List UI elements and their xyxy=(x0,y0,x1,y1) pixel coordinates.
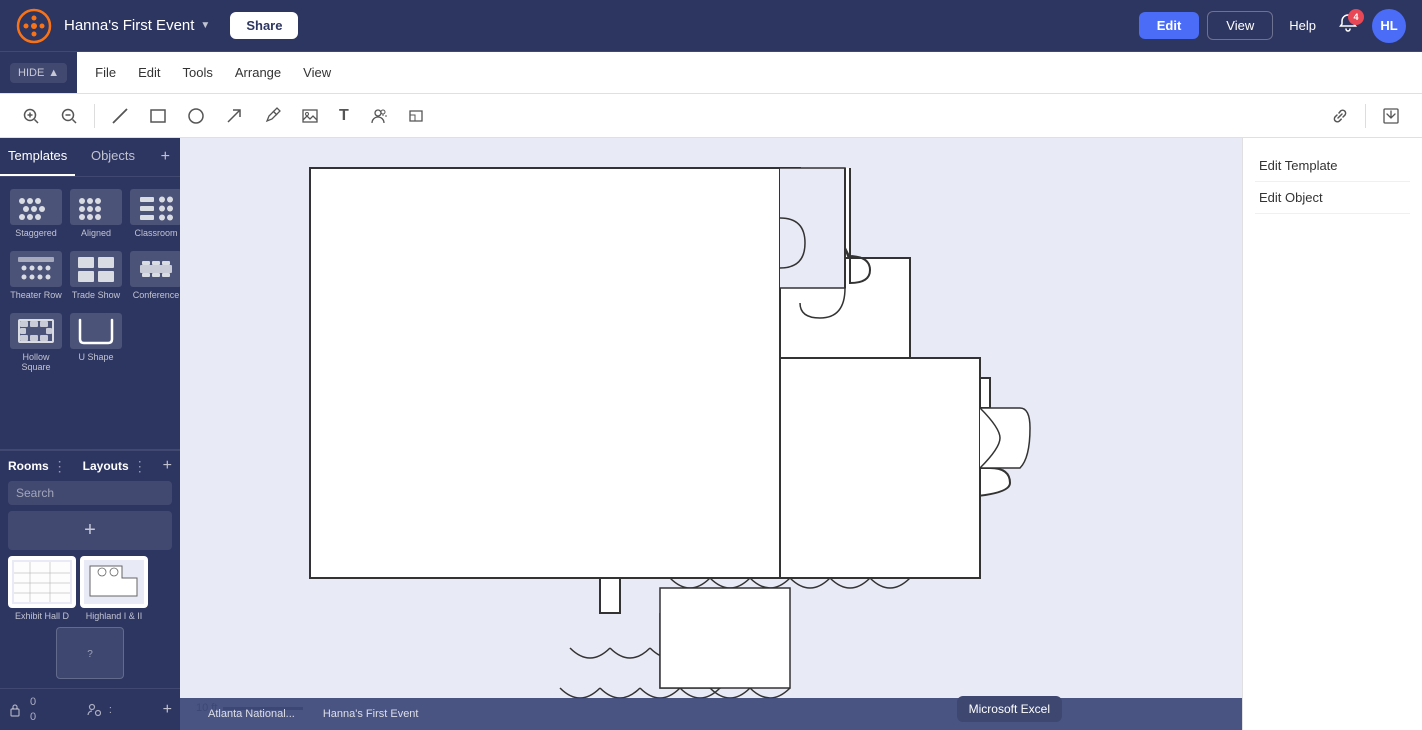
top-bar: Hanna's First Event ▼ Share Edit View He… xyxy=(0,0,1422,52)
arrow-tool-button[interactable] xyxy=(219,101,249,131)
floor-plan xyxy=(290,158,1110,730)
person-settings-label: : xyxy=(109,704,112,716)
rooms-section: Rooms ⋮ Layouts ⋮ + + xyxy=(0,450,180,688)
svg-text:?: ? xyxy=(87,649,93,660)
main-layout: Templates Objects + xyxy=(0,138,1422,730)
template-hollow-square[interactable]: Hollow Square xyxy=(8,309,64,378)
zoom-in-button[interactable] xyxy=(16,101,46,131)
template-theater-row[interactable]: Theater Row xyxy=(8,247,64,305)
room-exhibit-label: Exhibit Hall D xyxy=(15,611,69,621)
event-dropdown-icon: ▼ xyxy=(200,20,210,31)
line-tool-button[interactable] xyxy=(105,101,135,131)
search-container xyxy=(8,481,172,505)
toolbar-tools: T xyxy=(16,101,431,131)
layouts-menu-button[interactable]: ⋮ xyxy=(133,458,147,475)
template-conference[interactable]: Conference xyxy=(128,247,180,305)
layouts-title: Layouts xyxy=(83,459,129,473)
image-tool-button[interactable] xyxy=(295,101,325,131)
shape-tool-button[interactable] xyxy=(401,101,431,131)
tab-objects[interactable]: Objects xyxy=(75,138,150,176)
rooms-title: Rooms xyxy=(8,459,49,473)
notifications-button[interactable]: 4 xyxy=(1332,7,1364,44)
tab-templates[interactable]: Templates xyxy=(0,138,75,176)
user-avatar[interactable]: HL xyxy=(1372,9,1406,43)
lock-icon xyxy=(8,703,22,717)
room-unknown[interactable]: ? xyxy=(8,627,172,682)
view-mode-button[interactable]: View xyxy=(1207,11,1273,40)
left-panel: Templates Objects + xyxy=(0,138,180,730)
edit-object-button[interactable]: Edit Object xyxy=(1255,182,1410,214)
template-classroom[interactable]: Classroom xyxy=(128,185,180,243)
menu-tools[interactable]: Tools xyxy=(173,61,223,84)
hide-chevron-icon: ▲ xyxy=(48,67,59,79)
room-thumbnails: Exhibit Hall D Highland I & II xyxy=(0,556,180,627)
templates-grid: Staggered xyxy=(0,177,180,449)
person-tool-button[interactable] xyxy=(363,101,393,131)
top-right-actions: Edit View Help 4 HL xyxy=(1139,7,1406,44)
person-settings-icon xyxy=(87,703,101,717)
add-room-button[interactable]: + xyxy=(163,457,172,475)
add-new-room-button[interactable]: + xyxy=(8,511,172,550)
rooms-menu-button[interactable]: ⋮ xyxy=(53,458,67,475)
template-staggered[interactable]: Staggered xyxy=(8,185,64,243)
template-u-shape[interactable]: U Shape xyxy=(68,309,124,378)
tab-atlanta[interactable]: Atlanta National... xyxy=(196,704,307,724)
pen-tool-button[interactable] xyxy=(257,101,287,131)
event-title[interactable]: Hanna's First Event ▼ xyxy=(64,17,210,34)
text-tool-button[interactable]: T xyxy=(333,101,355,131)
add-person-button[interactable]: + xyxy=(163,701,172,719)
share-button[interactable]: Share xyxy=(230,12,298,39)
app-logo xyxy=(16,8,52,44)
tab-hannas-event[interactable]: Hanna's First Event xyxy=(311,704,431,724)
edit-template-button[interactable]: Edit Template xyxy=(1255,150,1410,182)
menu-file[interactable]: File xyxy=(85,61,126,84)
right-panel: Edit Template Edit Object xyxy=(1242,138,1422,730)
help-button[interactable]: Help xyxy=(1281,12,1324,39)
circle-tool-button[interactable] xyxy=(181,101,211,131)
export-button[interactable] xyxy=(1376,101,1406,131)
zoom-out-button[interactable] xyxy=(54,101,84,131)
toolbar: T xyxy=(0,94,1422,138)
panel-tabs: Templates Objects + xyxy=(0,138,180,177)
template-aligned[interactable]: Aligned xyxy=(68,185,124,243)
menu-arrange[interactable]: Arrange xyxy=(225,61,291,84)
bottom-tabs: Atlanta National... Hanna's First Event xyxy=(180,698,1242,730)
canvas-area[interactable]: 10 ft Atlanta National... Hanna's First … xyxy=(180,138,1242,730)
add-tab-button[interactable]: + xyxy=(151,138,180,176)
room-highland-label: Highland I & II xyxy=(86,611,143,621)
room-exhibit-hall-d[interactable]: Exhibit Hall D xyxy=(8,556,76,621)
lock-counts: 0 0 xyxy=(30,695,36,724)
template-trade-show[interactable]: Trade Show xyxy=(68,247,124,305)
microsoft-excel-tooltip: Microsoft Excel xyxy=(957,696,1062,722)
hide-button[interactable]: HIDE ▲ xyxy=(10,63,67,83)
notification-badge: 4 xyxy=(1348,9,1364,25)
menu-view[interactable]: View xyxy=(293,61,341,84)
link-button[interactable] xyxy=(1325,101,1355,131)
toolbar-right-tools xyxy=(1325,101,1406,131)
rect-tool-button[interactable] xyxy=(143,101,173,131)
bottom-panel: 0 0 : + xyxy=(0,688,180,730)
menu-edit[interactable]: Edit xyxy=(128,61,170,84)
edit-mode-button[interactable]: Edit xyxy=(1139,12,1200,39)
room-highland[interactable]: Highland I & II xyxy=(80,556,148,621)
search-input[interactable] xyxy=(16,486,171,500)
